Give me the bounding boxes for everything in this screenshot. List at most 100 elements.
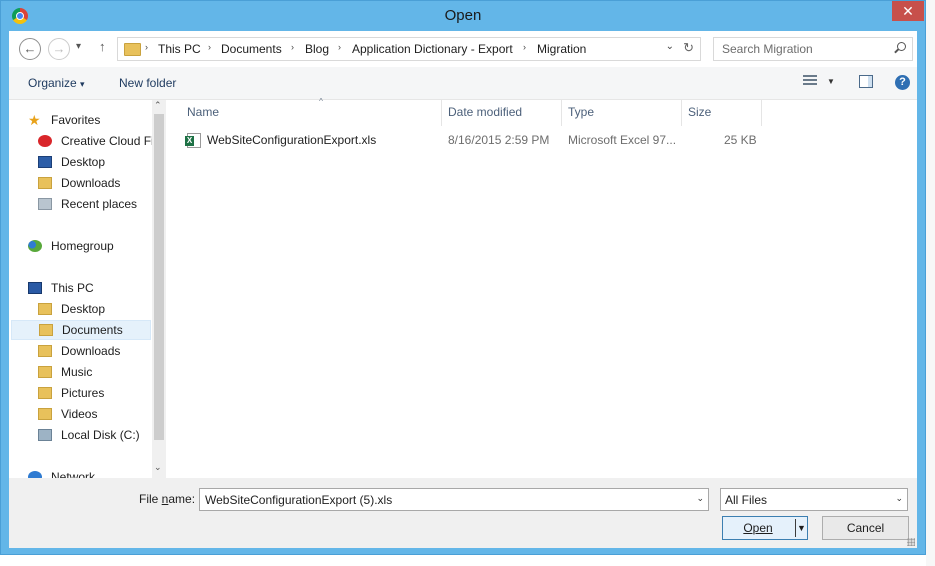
forward-button[interactable]: →	[48, 38, 70, 60]
scrollbar-thumb[interactable]	[154, 114, 164, 440]
folder-icon	[124, 43, 141, 56]
sidebar-item-pc-downloads[interactable]: Downloads	[9, 341, 149, 361]
file-type: Microsoft Excel 97...	[568, 133, 677, 147]
open-dialog: Open ✕ ← → ▾ ↑ › This PC › Documents › B…	[0, 0, 926, 555]
sidebar-item-favorites[interactable]: ★ Favorites	[9, 110, 149, 130]
breadcrumb-separator[interactable]: ›	[523, 42, 526, 52]
sidebar-item-downloads[interactable]: Downloads	[9, 173, 149, 193]
column-header-type[interactable]: Type	[562, 100, 682, 126]
music-folder-icon	[38, 366, 52, 378]
title-bar: Open ✕	[1, 1, 925, 31]
sidebar-item-pc-desktop[interactable]: Desktop	[9, 299, 149, 319]
chevron-down-icon: ▾	[80, 79, 85, 89]
star-icon: ★	[28, 112, 41, 128]
file-type-value: All Files	[725, 493, 768, 507]
address-dropdown[interactable]: ⌄	[666, 41, 674, 52]
sidebar-scrollbar[interactable]: ⌃ ⌄	[152, 100, 166, 478]
documents-folder-icon	[39, 324, 53, 336]
sidebar-item-documents[interactable]: Documents	[11, 320, 151, 340]
preview-pane-icon[interactable]	[859, 75, 873, 88]
file-name-combobox: ⌄	[199, 488, 709, 511]
creative-cloud-icon	[38, 135, 52, 147]
file-type-select[interactable]: All Files ⌄	[720, 488, 908, 511]
column-header-name[interactable]: Name ^	[181, 97, 442, 126]
excel-file-icon	[185, 133, 201, 148]
sidebar-item-pictures[interactable]: Pictures	[9, 383, 149, 403]
sidebar-item-label: Pictures	[61, 386, 105, 400]
organize-button[interactable]: Organize ▾	[28, 76, 85, 90]
breadcrumb-documents[interactable]: Documents	[221, 42, 282, 56]
file-name-label-part: File	[139, 492, 162, 506]
sidebar-item-label: Documents	[62, 323, 123, 337]
cancel-button[interactable]: Cancel	[822, 516, 909, 540]
sidebar-item-label: Music	[61, 365, 93, 379]
downloads-folder-icon	[38, 177, 52, 189]
open-label: Open	[743, 521, 773, 535]
breadcrumb-separator[interactable]: ›	[145, 42, 148, 52]
chevron-down-icon: ⌄	[895, 493, 903, 503]
split-divider	[795, 519, 796, 537]
pictures-folder-icon	[38, 387, 52, 399]
sidebar-item-label: Desktop	[61, 302, 106, 316]
column-date-label: Date modified	[448, 105, 523, 119]
search-box	[713, 37, 913, 61]
file-date: 8/16/2015 2:59 PM	[448, 133, 550, 147]
scroll-down-arrow[interactable]: ⌄	[154, 462, 162, 473]
sidebar-item-recent-places[interactable]: Recent places	[9, 194, 149, 214]
sidebar-item-label: Local Disk (C:)	[61, 428, 140, 442]
network-icon	[28, 471, 42, 478]
homegroup-icon	[28, 240, 42, 252]
breadcrumb-this-pc[interactable]: This PC	[158, 42, 201, 56]
file-name-label: File name:	[139, 492, 195, 506]
dialog-title: Open	[444, 7, 482, 24]
chevron-down-icon[interactable]: ⌄	[696, 493, 704, 504]
column-header-size[interactable]: Size	[682, 100, 762, 126]
sidebar-item-homegroup[interactable]: Homegroup	[9, 236, 149, 256]
help-icon[interactable]: ?	[895, 75, 910, 90]
sidebar-item-music[interactable]: Music	[9, 362, 149, 382]
breadcrumb-blog[interactable]: Blog	[305, 42, 329, 56]
resize-grip[interactable]	[907, 538, 915, 546]
sidebar-item-desktop[interactable]: Desktop	[9, 152, 149, 172]
sidebar-item-label: Favorites	[51, 113, 101, 127]
new-folder-button[interactable]: New folder	[119, 76, 176, 90]
search-input[interactable]	[720, 41, 889, 57]
organize-label: Organize	[28, 76, 77, 90]
table-row[interactable]: WebSiteConfigurationExport.xls 8/16/2015…	[183, 130, 773, 152]
back-button[interactable]: ←	[19, 38, 41, 60]
breadcrumb-migration[interactable]: Migration	[537, 42, 586, 56]
sidebar-item-this-pc[interactable]: This PC	[9, 278, 149, 298]
computer-icon	[28, 282, 42, 294]
close-button[interactable]: ✕	[892, 1, 924, 21]
views-icon[interactable]	[803, 75, 817, 87]
address-bar[interactable]: › This PC › Documents › Blog › Applicati…	[117, 37, 701, 61]
command-bar: Organize ▾ New folder ▼ ?	[9, 67, 917, 100]
breadcrumb-application-dictionary[interactable]: Application Dictionary - Export	[352, 42, 513, 56]
breadcrumb-separator[interactable]: ›	[338, 42, 341, 52]
sidebar-item-label: Recent places	[61, 197, 138, 211]
column-header-date[interactable]: Date modified	[442, 100, 562, 126]
breadcrumb-separator[interactable]: ›	[291, 42, 294, 52]
refresh-icon[interactable]: ↻	[683, 40, 694, 56]
sidebar-item-videos[interactable]: Videos	[9, 404, 149, 424]
sidebar-item-local-disk[interactable]: Local Disk (C:)	[9, 425, 149, 445]
open-options-dropdown[interactable]: ▼	[797, 517, 806, 539]
views-dropdown[interactable]: ▼	[827, 77, 835, 86]
sidebar-item-network[interactable]: Network	[9, 467, 149, 478]
dialog-body: ← → ▾ ↑ › This PC › Documents › Blog › A…	[9, 31, 917, 548]
desktop-icon	[38, 156, 52, 168]
breadcrumb-separator[interactable]: ›	[208, 42, 211, 52]
downloads-folder-icon	[38, 345, 52, 357]
open-button[interactable]: Open ▼	[722, 516, 808, 540]
background-strip	[926, 0, 935, 566]
file-name-field[interactable]	[203, 492, 687, 508]
sidebar-item-label: This PC	[51, 281, 94, 295]
disk-icon	[38, 429, 52, 441]
search-icon[interactable]	[897, 42, 906, 51]
sidebar-item-label: Videos	[61, 407, 98, 421]
recent-locations-dropdown[interactable]: ▾	[76, 41, 81, 52]
scroll-up-arrow[interactable]: ⌃	[154, 100, 162, 111]
up-button[interactable]: ↑	[99, 39, 106, 54]
recent-places-icon	[38, 198, 52, 210]
sidebar-item-creative-cloud[interactable]: Creative Cloud Fi	[9, 131, 154, 151]
